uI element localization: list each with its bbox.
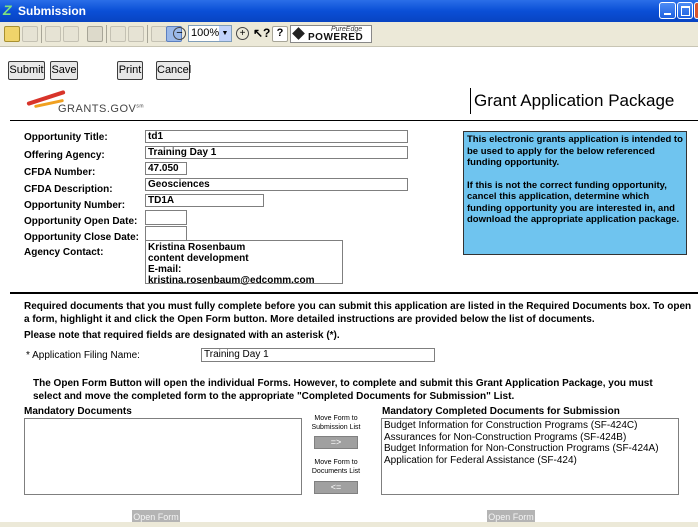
attachment-icon[interactable] bbox=[87, 26, 103, 42]
diamond-icon bbox=[292, 27, 305, 40]
page-title: Grant Application Package bbox=[474, 91, 675, 110]
toolbar-separator bbox=[41, 25, 42, 43]
notice-paragraph: If this is not the correct funding oppor… bbox=[467, 179, 680, 226]
offering-agency-field: Training Day 1 bbox=[145, 146, 408, 159]
window-title: Submission bbox=[18, 4, 87, 18]
open-date-field bbox=[145, 210, 187, 225]
contact-line: E-mail: kristina.rosenbaum@edcomm.com bbox=[148, 264, 315, 286]
zoom-out-icon[interactable]: − bbox=[173, 27, 186, 40]
spellcheck-icon[interactable] bbox=[151, 26, 167, 42]
zoom-select[interactable]: 100% ▼ bbox=[188, 25, 232, 42]
save-disk-icon[interactable] bbox=[22, 26, 38, 42]
agency-contact-field: Kristina Rosenbaum content development E… bbox=[145, 240, 343, 286]
maximize-button[interactable] bbox=[677, 2, 693, 19]
toolbar-separator bbox=[106, 25, 107, 43]
print-preview-icon[interactable] bbox=[63, 26, 79, 42]
cancel-button[interactable]: Cancel bbox=[156, 61, 191, 80]
notice-box: This electronic grants application is in… bbox=[463, 131, 687, 255]
completed-documents-list[interactable]: Budget Information for Construction Prog… bbox=[381, 418, 679, 495]
agency-contact-label: Agency Contact: bbox=[24, 247, 104, 258]
opportunity-title-label: Opportunity Title: bbox=[24, 132, 108, 143]
context-help-icon[interactable]: ↖? bbox=[253, 26, 270, 40]
move-to-documents-button[interactable]: <= bbox=[314, 481, 358, 494]
minimize-button[interactable] bbox=[659, 2, 676, 19]
contact-line: Kristina Rosenbaum bbox=[148, 242, 246, 253]
title-divider bbox=[470, 88, 471, 114]
offering-agency-label: Offering Agency: bbox=[24, 150, 105, 161]
completed-documents-header: Mandatory Completed Documents for Submis… bbox=[382, 406, 620, 417]
toolbar: − 100% ▼ + PureEdge POWERED ↖? ? bbox=[0, 22, 698, 47]
brand-big-text: POWERED bbox=[308, 32, 364, 43]
cfda-description-label: CFDA Description: bbox=[24, 184, 113, 195]
open-folder-icon[interactable] bbox=[4, 26, 20, 42]
grants-gov-logo: GRANTS.GOVsm bbox=[24, 80, 164, 116]
open-form-instructions: The Open Form Button will open the indiv… bbox=[33, 378, 653, 402]
format-icon[interactable] bbox=[128, 26, 144, 42]
list-item[interactable]: Budget Information for Non-Construction … bbox=[384, 443, 676, 455]
header-divider bbox=[10, 120, 698, 121]
opportunity-number-field: TD1A bbox=[145, 194, 264, 207]
zoom-value: 100% bbox=[191, 27, 220, 39]
move-to-submission-label: Move Form to Submission List bbox=[311, 415, 361, 431]
filing-name-label: * Application Filing Name: bbox=[26, 350, 140, 361]
instructions-text: Required documents that you must fully c… bbox=[24, 301, 692, 325]
close-button[interactable] bbox=[694, 2, 698, 19]
chevron-down-icon: ▼ bbox=[219, 26, 231, 41]
move-to-submission-button[interactable]: => bbox=[314, 436, 358, 449]
cfda-description-field: Geosciences bbox=[145, 178, 408, 191]
mandatory-documents-header: Mandatory Documents bbox=[24, 406, 132, 417]
close-date-field bbox=[145, 226, 187, 241]
list-item[interactable]: Application for Federal Assistance (SF-4… bbox=[384, 455, 676, 467]
mandatory-documents-list[interactable] bbox=[24, 418, 302, 495]
filing-name-input[interactable]: Training Day 1 bbox=[201, 348, 435, 362]
section-divider bbox=[10, 292, 698, 294]
app-icon: Z bbox=[3, 2, 12, 18]
contact-line: content development bbox=[148, 253, 249, 264]
opportunity-number-label: Opportunity Number: bbox=[24, 200, 126, 211]
font-icon[interactable] bbox=[110, 26, 126, 42]
print-icon[interactable] bbox=[45, 26, 61, 42]
move-to-documents-label: Move Form to Documents List bbox=[311, 459, 361, 475]
notice-paragraph: This electronic grants application is in… bbox=[467, 134, 683, 168]
window-titlebar: Z Submission bbox=[0, 0, 698, 22]
list-item[interactable]: Budget Information for Construction Prog… bbox=[384, 420, 676, 432]
zoom-in-icon[interactable]: + bbox=[236, 27, 249, 40]
open-date-label: Opportunity Open Date: bbox=[24, 216, 138, 227]
save-button[interactable]: Save bbox=[50, 61, 78, 80]
toolbar-separator bbox=[147, 25, 148, 43]
submit-button[interactable]: Submit bbox=[8, 61, 45, 80]
logo-text: GRANTS.GOVsm bbox=[58, 103, 145, 115]
cfda-number-field: 47.050 bbox=[145, 162, 187, 175]
opportunity-title-field: td1 bbox=[145, 130, 408, 143]
print-button[interactable]: Print bbox=[117, 61, 143, 80]
help-icon[interactable]: ? bbox=[272, 26, 288, 42]
required-note: Please note that required fields are des… bbox=[24, 330, 340, 341]
list-item[interactable]: Assurances for Non-Construction Programs… bbox=[384, 432, 676, 444]
pureedge-logo: PureEdge POWERED bbox=[290, 25, 372, 43]
status-bar bbox=[0, 522, 698, 527]
close-date-label: Opportunity Close Date: bbox=[24, 232, 140, 243]
cfda-number-label: CFDA Number: bbox=[24, 167, 96, 178]
